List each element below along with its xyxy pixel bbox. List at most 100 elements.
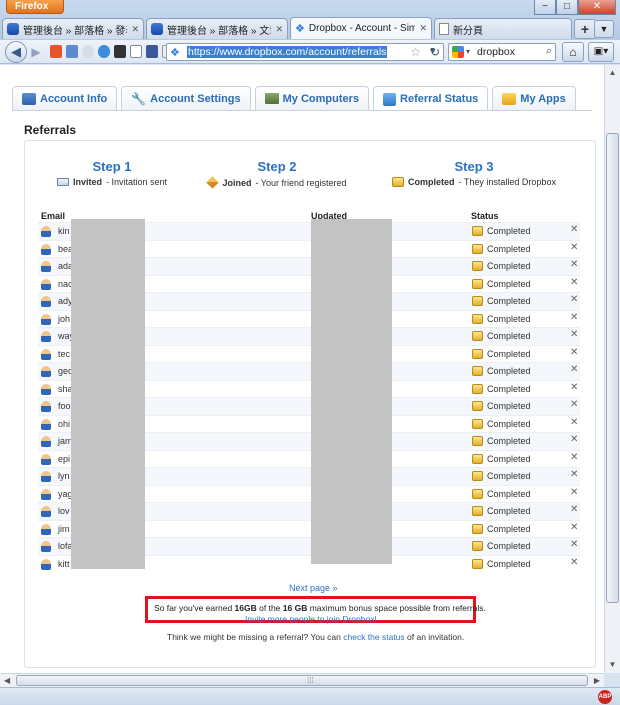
remove-referral-icon[interactable]: ✕ [570,329,578,340]
remove-referral-icon[interactable]: ✕ [570,259,578,270]
forward-button[interactable]: ▶ [28,44,44,60]
crown-icon [472,261,483,271]
search-bar[interactable]: ▾ dropbox ⌕ [448,43,556,61]
reload-icon[interactable]: ↻ [430,45,440,59]
referral-status: Completed [487,523,531,534]
remove-referral-icon[interactable]: ✕ [570,312,578,323]
remove-referral-icon[interactable]: ✕ [570,382,578,393]
user-avatar-icon [41,401,51,412]
tab-my-computers[interactable]: My Computers [254,86,370,110]
browser-tab[interactable]: 管理後台 » 部落格 » 發表文... ✕ [2,18,144,39]
browser-tab-active[interactable]: ❖ Dropbox - Account - Sim... ✕ [290,17,432,39]
tab-label: Account Info [40,92,108,105]
scroll-left-icon[interactable]: ◀ [4,674,10,687]
tab-account-settings[interactable]: 🔧 Account Settings [121,86,251,110]
url-text[interactable]: https://www.dropbox.com/account/referral… [187,46,388,58]
remove-referral-icon[interactable]: ✕ [570,224,578,235]
remove-referral-icon[interactable]: ✕ [570,522,578,533]
home-icon[interactable]: ⌂ [562,42,584,62]
remove-referral-icon[interactable]: ✕ [570,504,578,515]
scroll-up-icon[interactable]: ▲ [606,66,619,80]
remove-referral-icon[interactable]: ✕ [570,277,578,288]
minimize-button[interactable]: − [534,0,556,15]
check-status-link[interactable]: check the status [343,632,404,642]
remove-referral-icon[interactable]: ✕ [570,242,578,253]
search-icon[interactable]: ⌕ [546,45,552,58]
referral-email: tec [58,348,71,359]
scroll-thumb[interactable]: ⁞⁞⁞ [16,675,588,686]
remove-referral-icon[interactable]: ✕ [570,557,578,568]
crown-icon [472,436,483,446]
next-page-link[interactable]: Next page » [289,583,338,593]
close-window-button[interactable]: ✕ [578,0,616,15]
step-detail: - Your friend registered [255,177,347,188]
close-tab-icon[interactable]: ✕ [275,24,283,35]
google-icon[interactable] [452,46,464,58]
remove-referral-icon[interactable]: ✕ [570,487,578,498]
tab-my-apps[interactable]: My Apps [492,86,576,110]
column-header-status: Status [471,211,499,221]
adblock-icon[interactable]: ABP [598,690,612,704]
tab-account-info[interactable]: Account Info [12,86,118,110]
remove-referral-icon[interactable]: ✕ [570,417,578,428]
remove-referral-icon[interactable]: ✕ [570,399,578,410]
step-title: Step 2 [257,159,297,174]
bookmark-star-icon[interactable]: ☆ [410,45,421,59]
addon-moon-icon[interactable] [82,45,94,58]
remove-referral-icon[interactable]: ✕ [570,364,578,375]
addon-globe-icon[interactable] [98,45,110,58]
browser-tab[interactable]: 新分頁 [434,18,572,39]
crown-icon [472,523,483,534]
remove-referral-icon[interactable]: ✕ [570,434,578,445]
referral-status: Completed [487,488,531,499]
bookmarks-menu-icon[interactable]: ▣▾ [588,42,614,62]
remove-referral-icon[interactable]: ✕ [570,469,578,480]
tab-referral-status[interactable]: Referral Status [373,86,489,111]
new-tab-button[interactable]: + [574,19,596,39]
remove-referral-icon[interactable]: ✕ [570,539,578,550]
scroll-down-icon[interactable]: ▼ [606,658,619,672]
user-avatar-icon [41,436,51,447]
step-detail: - They installed Dropbox [458,177,556,187]
facebook-icon[interactable] [146,45,158,58]
addon-grid-icon[interactable] [66,45,78,58]
crown-icon [472,226,483,236]
remove-referral-icon[interactable]: ✕ [570,347,578,358]
maximize-button[interactable]: □ [556,0,578,15]
user-avatar-icon [41,261,51,272]
addon-p-icon[interactable] [50,45,62,58]
scroll-right-icon[interactable]: ▶ [594,674,600,687]
search-engine-dropdown-icon[interactable]: ▾ [466,47,470,56]
close-tab-icon[interactable]: ✕ [131,24,139,35]
redacted-emails [71,219,145,569]
addon-film-icon[interactable] [114,45,126,58]
earned-amount: 16GB [234,603,257,613]
browser-tab[interactable]: 管理後台 » 部落格 » 文章列... ✕ [146,18,288,39]
status-bar: ABP [0,687,620,705]
back-button[interactable]: ◀ [5,41,27,63]
user-avatar-icon [41,296,51,307]
dropbox-favicon-icon: ❖ [295,23,305,35]
referral-email: joh [58,313,71,324]
tab-list-dropdown-icon[interactable]: ▼ [594,20,614,38]
user-card-icon [22,92,36,105]
horizontal-scrollbar[interactable]: ◀ ⁞⁞⁞ ▶ [0,673,604,687]
scroll-thumb[interactable] [606,133,619,603]
search-input[interactable]: dropbox [477,46,515,58]
crown-icon [472,401,483,411]
step-1: Step 1 Invited - Invitation sent [22,159,202,187]
firefox-menu-button[interactable]: Firefox [6,0,64,14]
addon-page-icon[interactable] [130,45,142,58]
grip-icon: ⁞⁞⁞ [307,676,314,685]
invite-more-link[interactable]: Invite more people to join Dropbox! [245,614,377,624]
step-title: Step 3 [454,159,494,174]
user-avatar-icon [41,366,51,377]
vertical-scrollbar[interactable]: ▲ ▼ [604,65,620,673]
remove-referral-icon[interactable]: ✕ [570,452,578,463]
url-bar[interactable]: ❖ https://www.dropbox.com/account/referr… [166,43,444,61]
user-avatar-icon [41,418,51,430]
tab-label: 管理後台 » 部落格 » 文章列... [167,25,271,37]
close-tab-icon[interactable]: ✕ [419,23,427,34]
remove-referral-icon[interactable]: ✕ [570,294,578,305]
crown-icon [472,506,483,516]
